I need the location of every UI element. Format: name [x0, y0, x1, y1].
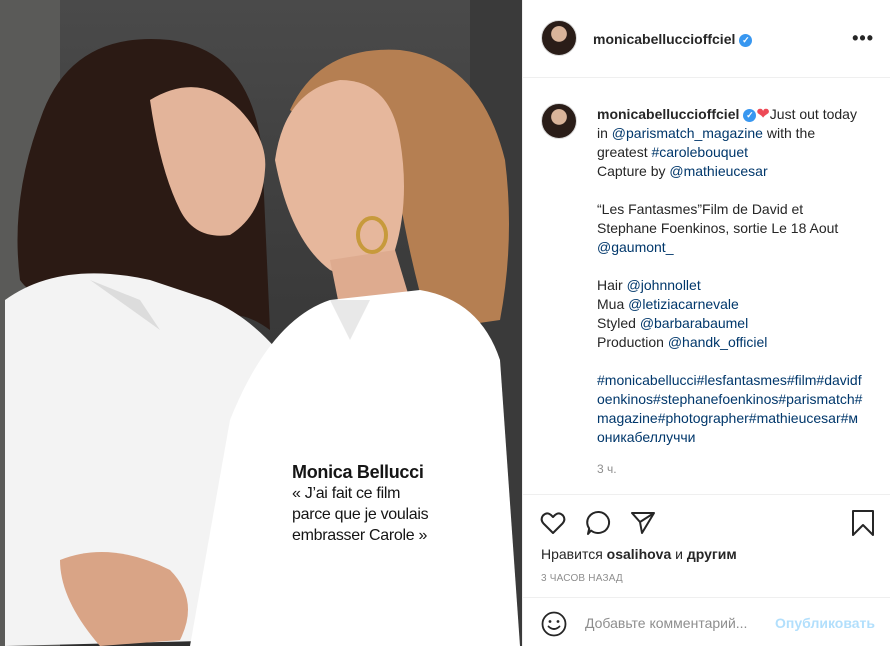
mention-production[interactable]: @handk_officiel [668, 334, 768, 350]
mention-mua[interactable]: @letiziacarnevale [628, 296, 739, 312]
comment-age[interactable]: 3 ч. [597, 462, 617, 476]
mention-hair[interactable]: @johnnollet [627, 277, 701, 293]
post-photo[interactable]: Monica Bellucci « J’ai fait ce film parc… [0, 0, 522, 646]
post-caption: monicabelluccioffciel ✓ ❤Just out today in… [597, 105, 865, 447]
comment-avatar[interactable] [541, 103, 577, 139]
post-sidebar: monicabelluccioffciel ✓ ••• monicabellucc… [522, 0, 890, 646]
mention-mathieucesar[interactable]: @mathieucesar [669, 163, 767, 179]
comment-input[interactable] [585, 612, 765, 634]
likes-user[interactable]: osalihova [607, 546, 672, 562]
mention-parismatch[interactable]: @parismatch_magazine [612, 125, 763, 141]
credit-mua-label: Mua [597, 296, 625, 312]
mention-styled[interactable]: @barbarabaumel [640, 315, 748, 331]
paper-plane-icon[interactable] [629, 509, 657, 537]
more-options-icon[interactable]: ••• [852, 28, 874, 49]
post-header: monicabelluccioffciel ✓ ••• [523, 0, 890, 78]
caption-capture-by: Capture by [597, 163, 666, 179]
hashtag-list[interactable]: #monicabellucci#lesfantasmes#film#davidf… [597, 371, 865, 447]
verified-badge-icon: ✓ [743, 109, 757, 122]
caption-quote: « J’ai fait ce film parce que je voulais… [292, 485, 429, 544]
hashtag-carolebouquet[interactable]: #carolebouquet [651, 144, 748, 160]
likes-others[interactable]: другим [687, 546, 737, 562]
caption-name: Monica Bellucci [292, 462, 424, 482]
credit-production-label: Production [597, 334, 664, 350]
caption-film-text: “Les Fantasmes”Film de David et Stephane… [597, 201, 839, 236]
likes-summary: Нравится osalihova и другим [541, 546, 737, 562]
credits-paragraph: Hair @johnnollet Mua @letiziacarnevale S… [597, 276, 865, 352]
publish-button[interactable]: Опубликовать [775, 615, 875, 631]
post-timestamp[interactable]: 3 ЧАСОВ НАЗАД [541, 573, 623, 584]
heart-outline-icon[interactable] [539, 509, 567, 537]
header-username[interactable]: monicabelluccioffciel ✓ [593, 31, 753, 47]
avatar[interactable] [541, 20, 577, 56]
photo-caption: Monica Bellucci « J’ai fait ce film parc… [292, 462, 472, 546]
comment-username[interactable]: monicabelluccioffciel [597, 106, 739, 122]
emoji-smile-icon[interactable] [541, 611, 567, 637]
add-comment-bar: Опубликовать [523, 597, 890, 646]
likes-prefix: Нравится [541, 546, 603, 562]
credit-hair-label: Hair [597, 277, 623, 293]
post-actions: Нравится osalihova и другим 3 ЧАСОВ НАЗА… [523, 494, 890, 596]
comments-section: monicabelluccioffciel ✓ ❤Just out today in… [523, 79, 890, 493]
red-heart-emoji-icon: ❤ [756, 106, 770, 123]
photo-illustration [0, 0, 522, 646]
verified-badge-icon: ✓ [739, 34, 753, 47]
header-username-text[interactable]: monicabelluccioffciel [593, 31, 735, 47]
film-paragraph: “Les Fantasmes”Film de David et Stephane… [597, 200, 865, 257]
comment-bubble-icon[interactable] [585, 509, 613, 537]
likes-and: и [675, 546, 683, 562]
credit-styled-label: Styled [597, 315, 636, 331]
mention-gaumont[interactable]: @gaumont_ [597, 239, 673, 255]
bookmark-icon[interactable] [849, 509, 877, 537]
